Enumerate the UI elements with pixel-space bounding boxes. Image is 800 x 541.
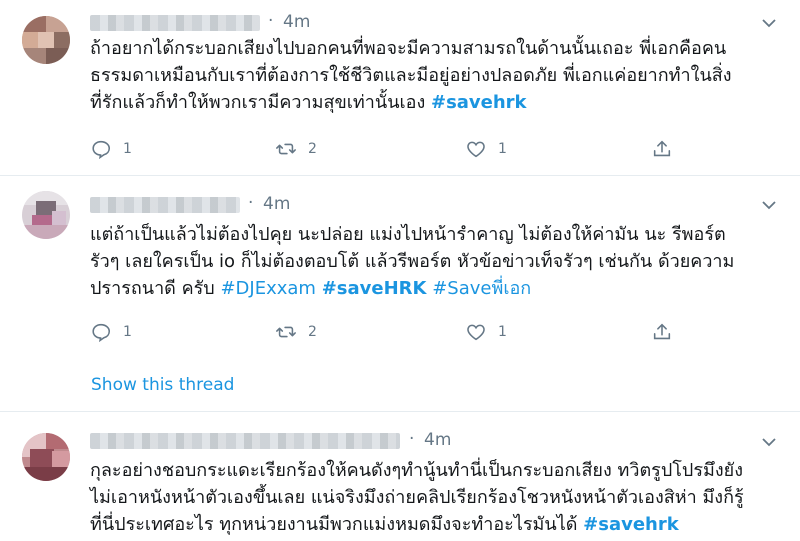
separator-dot: · xyxy=(248,193,254,213)
text-line: ที่นี่ประเทศอะไร ทุกหน่วยงานมีพวกแม่งหมด… xyxy=(90,514,584,535)
retweet-button[interactable]: 2 xyxy=(275,137,317,161)
reply-button[interactable]: 1 xyxy=(90,137,132,161)
author-name[interactable] xyxy=(90,15,260,31)
text-line: ธรรมดาเหมือนกับเราที่ต้องการใช้ชีวิตและม… xyxy=(90,65,732,86)
text-line: ไม่เอาหนังหน้าตัวเองขึ้นเลย แน่จริงมึงถ่… xyxy=(90,487,744,508)
text-line: แต่ถ้าเป็นแล้วไม่ต้องไปคุย นะปล่อย แม่งไ… xyxy=(90,224,726,245)
hashtag-link[interactable]: #Saveพี่เอก xyxy=(432,278,531,299)
like-count: 1 xyxy=(498,141,507,157)
chevron-down-icon[interactable] xyxy=(760,14,778,32)
avatar[interactable] xyxy=(22,191,70,239)
reply-count: 1 xyxy=(123,141,132,157)
like-icon xyxy=(467,324,485,341)
show-thread-link[interactable]: Show this thread xyxy=(91,375,234,395)
tweet-2[interactable]: · 4m แต่ถ้าเป็นแล้วไม่ต้องไปคุย นะปล่อย … xyxy=(0,175,800,412)
like-button[interactable]: 1 xyxy=(465,137,507,161)
reply-button[interactable]: 1 xyxy=(90,320,132,344)
like-button[interactable]: 1 xyxy=(465,320,507,344)
tweet-3[interactable]: · 4m กุละอย่างชอบกระแดะเรียกร้องให้คนดัง… xyxy=(0,411,800,541)
like-count: 1 xyxy=(498,324,507,340)
retweet-button[interactable]: 2 xyxy=(275,320,317,344)
text-line: ที่รักแล้วก็ทำให้พวกเรามีความสุขเท่านั้น… xyxy=(90,92,431,113)
text-line: ปรารถนาดี ครับ xyxy=(90,278,221,299)
share-icon xyxy=(653,140,671,157)
text-line: กุละอย่างชอบกระแดะเรียกร้องให้คนดังๆทำนู… xyxy=(90,460,743,481)
hashtag-link[interactable]: #savehrk xyxy=(431,92,527,113)
chevron-down-icon[interactable] xyxy=(760,196,778,214)
author-name[interactable] xyxy=(90,197,240,213)
like-icon xyxy=(467,141,485,158)
avatar[interactable] xyxy=(22,433,70,481)
share-button[interactable] xyxy=(651,320,673,344)
separator-dot: · xyxy=(268,11,274,31)
tweet-timestamp[interactable]: 4m xyxy=(283,12,310,32)
separator-dot: · xyxy=(409,429,415,449)
retweet-icon xyxy=(276,326,296,338)
tweet-text: แต่ถ้าเป็นแล้วไม่ต้องไปคุย นะปล่อย แม่งไ… xyxy=(90,221,780,302)
tweet-1[interactable]: · 4m ถ้าอยากได้กระบอกเสียงไปบอกคนที่พอจะ… xyxy=(0,0,800,176)
retweet-count: 2 xyxy=(308,141,317,157)
tweet-timestamp[interactable]: 4m xyxy=(424,430,451,450)
reply-icon xyxy=(92,140,111,160)
tweet-text: ถ้าอยากได้กระบอกเสียงไปบอกคนที่พอจะมีควา… xyxy=(90,35,780,116)
text-line: รัวๆ เลยใครเป็น io ก็ไม่ต้องตอบโต้ แล้วร… xyxy=(90,251,735,272)
hashtag-link[interactable]: #saveHRK xyxy=(322,278,427,299)
author-name[interactable] xyxy=(90,433,400,449)
text-line: ถ้าอยากได้กระบอกเสียงไปบอกคนที่พอจะมีควา… xyxy=(90,38,727,59)
reply-icon xyxy=(92,323,111,343)
chevron-down-icon[interactable] xyxy=(760,433,778,451)
tweet-text: กุละอย่างชอบกระแดะเรียกร้องให้คนดังๆทำนู… xyxy=(90,457,780,538)
reply-count: 1 xyxy=(123,324,132,340)
hashtag-link[interactable]: #DJExxam xyxy=(220,278,316,299)
hashtag-link[interactable]: #savehrk xyxy=(583,514,679,535)
share-icon xyxy=(653,323,671,340)
tweet-timestamp[interactable]: 4m xyxy=(263,194,290,214)
share-button[interactable] xyxy=(651,137,673,161)
avatar[interactable] xyxy=(22,16,70,64)
retweet-icon xyxy=(276,143,296,155)
retweet-count: 2 xyxy=(308,324,317,340)
